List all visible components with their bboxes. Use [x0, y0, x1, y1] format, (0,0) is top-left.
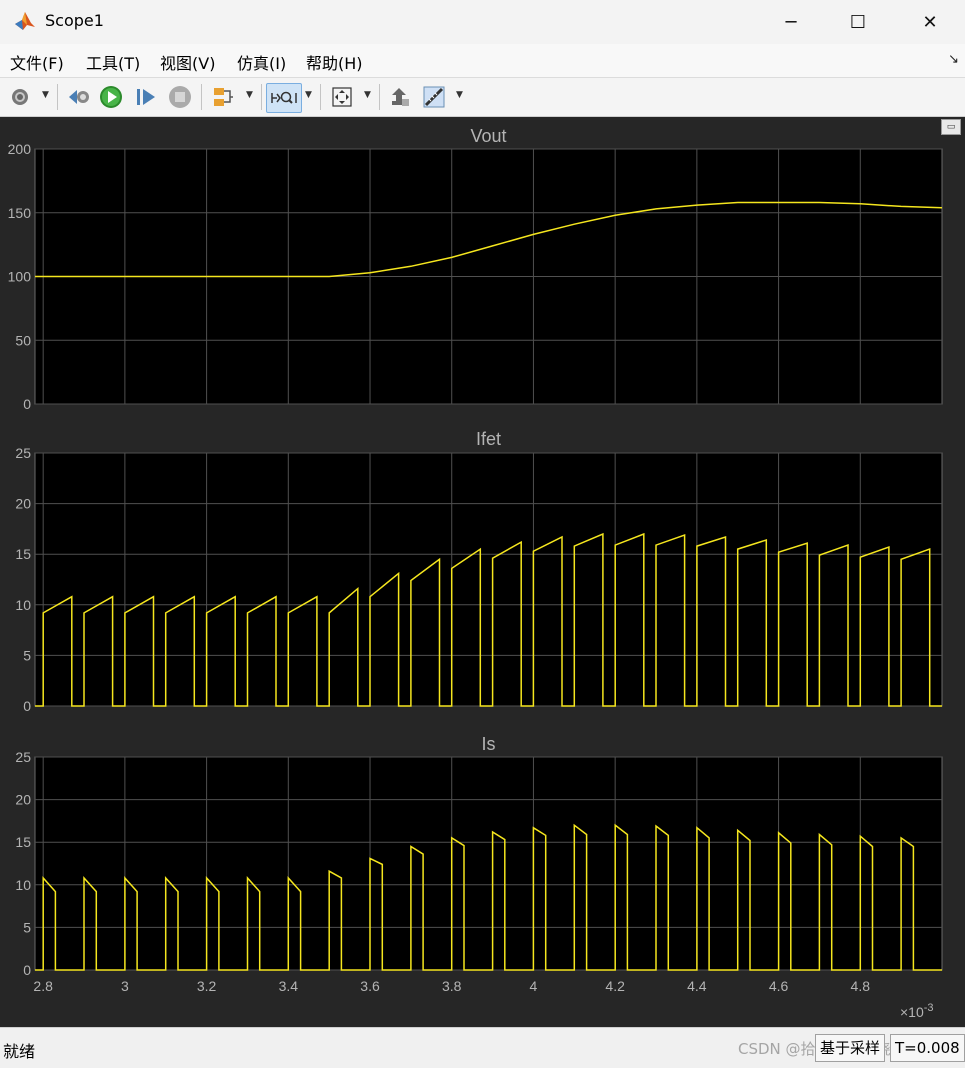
y-tick-label: 0: [23, 698, 31, 714]
x-tick-label: 4.8: [851, 978, 871, 994]
signal-selector-icon: [214, 88, 233, 106]
axes-background: [34, 452, 943, 707]
fit-to-view-button[interactable]: [328, 83, 356, 111]
run-button[interactable]: [97, 83, 125, 111]
title-bar: Scope1 ─ ☐ ✕: [0, 0, 965, 44]
x-tick-label: 2.8: [33, 978, 53, 994]
x-tick-label: 4.4: [687, 978, 707, 994]
scope-plots: Vout 0 50 100 150 200 Ifet 0 5 10 15 20 25 Is 0 5 10 15 20…: [8, 126, 943, 1020]
measurement-button[interactable]: [420, 83, 448, 111]
x-tick-label: 3.2: [197, 978, 217, 994]
y-tick-label: 5: [23, 919, 31, 935]
measurement-dropdown-icon[interactable]: ▼: [456, 90, 463, 100]
y-tick-label: 25: [15, 749, 31, 765]
sample-mode-indicator: 基于采样: [815, 1034, 886, 1062]
x-tick-label: 3.8: [442, 978, 462, 994]
y-tick-label: 0: [23, 962, 31, 978]
zoom-dropdown-icon[interactable]: ▼: [305, 90, 312, 100]
x-tick-label: 3.4: [279, 978, 299, 994]
highlight-block-button[interactable]: [386, 83, 414, 111]
minimize-icon: ─: [785, 11, 797, 33]
x-tick-label: 4.6: [769, 978, 789, 994]
toolbar-separator: [261, 84, 262, 110]
signal-selector-button[interactable]: [209, 83, 237, 111]
stop-button[interactable]: [166, 83, 194, 111]
gear-icon: [12, 89, 28, 105]
menu-help[interactable]: 帮助(H): [306, 50, 363, 74]
highlight-block-icon: [392, 88, 409, 106]
menu-bar: 文件(F) 工具(T) 视图(V) 仿真(I) 帮助(H) ↘: [0, 44, 965, 78]
step-forward-icon: [137, 89, 155, 105]
settings-dropdown-icon[interactable]: ▼: [42, 90, 49, 100]
window-title: Scope1: [45, 11, 104, 30]
maximize-button[interactable]: ☐: [823, 0, 893, 44]
fit-to-view-icon: [332, 87, 352, 107]
menu-file[interactable]: 文件(F): [10, 50, 64, 74]
undock-icon: ▭: [946, 122, 956, 132]
close-icon: ✕: [922, 11, 938, 33]
y-tick-label: 20: [15, 792, 31, 808]
zoom-button[interactable]: [266, 83, 302, 113]
sim-time-indicator: T=0.008: [890, 1034, 965, 1062]
plot-title: Ifet: [476, 429, 501, 449]
maximize-icon: ☐: [849, 11, 867, 33]
y-tick-label: 15: [15, 546, 31, 562]
y-tick-label: 25: [15, 445, 31, 461]
x-tick-label: 4.2: [605, 978, 625, 994]
plot-title: Vout: [470, 126, 506, 146]
scope-plot-area[interactable]: Vout 0 50 100 150 200 Ifet 0 5 10 15 20 25 Is 0 5 10 15 20…: [0, 117, 965, 1027]
axes-background: [34, 756, 943, 971]
step-forward-button[interactable]: [132, 83, 160, 111]
toolbar: ▼ ▼ ▼ ▼ ▼: [0, 78, 965, 117]
x-tick-label: 3.6: [360, 978, 380, 994]
menu-simulation[interactable]: 仿真(I): [237, 50, 286, 74]
y-tick-label: 200: [8, 141, 32, 157]
matlab-logo-icon: [14, 11, 36, 35]
toolbar-separator: [57, 84, 58, 110]
step-back-icon: [69, 90, 89, 104]
signal-selector-dropdown-icon[interactable]: ▼: [246, 90, 253, 100]
y-tick-label: 5: [23, 647, 31, 663]
x-tick-label: 3: [121, 978, 129, 994]
menu-tools[interactable]: 工具(T): [86, 50, 140, 74]
menu-view[interactable]: 视图(V): [160, 50, 215, 74]
y-tick-label: 10: [15, 877, 31, 893]
undock-button[interactable]: ▭: [941, 119, 961, 135]
y-tick-label: 0: [23, 396, 31, 412]
fit-to-view-dropdown-icon[interactable]: ▼: [364, 90, 371, 100]
y-tick-label: 150: [8, 205, 32, 221]
zoom-icon: [271, 91, 297, 104]
status-text: 就绪: [3, 1042, 36, 1061]
run-icon: [100, 86, 122, 108]
x-tick-label: 4: [530, 978, 538, 994]
settings-button[interactable]: [6, 83, 34, 111]
x-exponent-label: ×10-3: [900, 1002, 934, 1020]
close-button[interactable]: ✕: [895, 0, 965, 44]
minimize-button[interactable]: ─: [756, 0, 826, 44]
measurement-icon: [423, 86, 445, 108]
toolbar-separator: [379, 84, 380, 110]
toolbar-separator: [201, 84, 202, 110]
dock-arrow-icon[interactable]: ↘: [948, 52, 959, 67]
y-tick-label: 15: [15, 834, 31, 850]
step-back-button[interactable]: [65, 83, 93, 111]
status-bar: 就绪 CSDN @拾贰纸相芸晓儿 基于采样 T=0.008: [0, 1027, 965, 1068]
y-tick-label: 10: [15, 597, 31, 613]
toolbar-separator: [320, 84, 321, 110]
stop-icon: [169, 86, 191, 108]
y-tick-label: 20: [15, 496, 31, 512]
y-tick-label: 100: [8, 269, 32, 285]
y-tick-label: 50: [15, 332, 31, 348]
plot-title: Is: [481, 734, 495, 754]
